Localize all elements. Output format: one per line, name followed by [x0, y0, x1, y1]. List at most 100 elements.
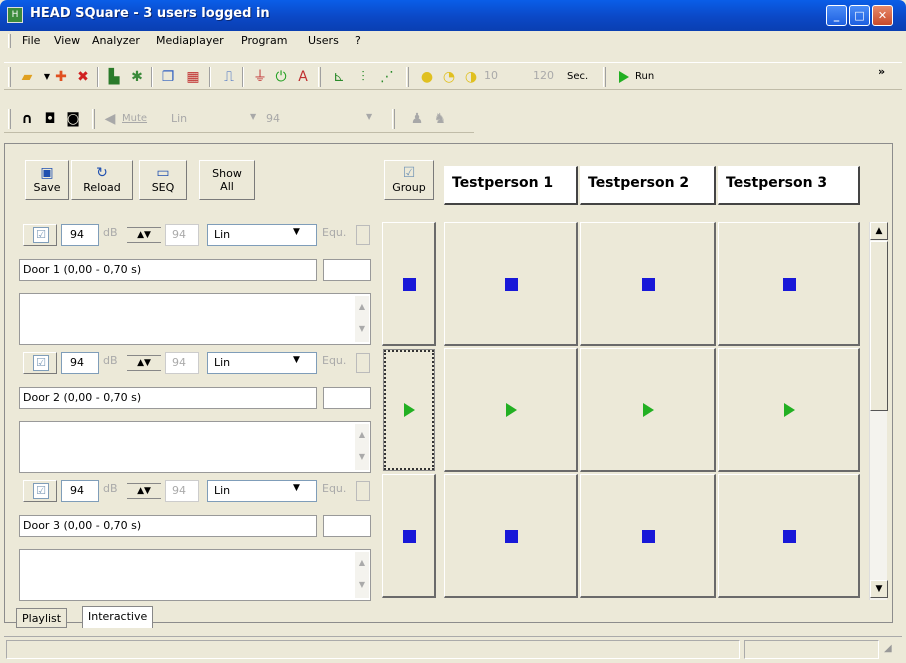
weighting-select[interactable]: Lin	[171, 112, 187, 125]
title-bar[interactable]: H HEAD SQuare - 3 users logged in _ □ ✕	[0, 0, 906, 31]
mute-label[interactable]: Mute	[122, 113, 147, 124]
power-icon[interactable]: ⏻	[272, 68, 290, 86]
headphones-icon[interactable]: ∩	[18, 110, 36, 128]
open-folder-icon[interactable]: ▰	[18, 68, 36, 86]
chart-icon[interactable]: ⊾	[330, 68, 348, 86]
new-item-icon[interactable]: ✚	[52, 68, 70, 86]
monitor-icon[interactable]: ◙	[64, 110, 82, 128]
level-input[interactable]: 94	[61, 480, 99, 502]
group-button[interactable]: ☑ Group	[384, 160, 434, 200]
menu-view[interactable]: View	[54, 34, 80, 47]
testperson-1-cell-row-3[interactable]	[444, 474, 578, 598]
scroll-up-arrow-icon[interactable]: ▲	[870, 222, 888, 240]
toolbar-grip[interactable]	[8, 109, 11, 129]
column-header-testperson-3[interactable]: Testperson 3	[718, 166, 860, 205]
item-name-input[interactable]: Door 1 (0,00 - 0,70 s)	[19, 259, 317, 281]
level-input[interactable]: 94	[61, 224, 99, 246]
group-cell-row-2[interactable]	[383, 349, 435, 471]
toolbar-overflow-icon[interactable]: »	[878, 65, 885, 78]
level-spinner[interactable]: ▲▼	[127, 355, 161, 371]
column-header-testperson-1[interactable]: Testperson 1	[444, 166, 578, 205]
close-button[interactable]: ✕	[872, 5, 893, 26]
column-header-testperson-2[interactable]: Testperson 2	[580, 166, 716, 205]
menu-program[interactable]: Program	[241, 34, 287, 47]
item-notes-textarea[interactable]: ▲ ▼	[19, 293, 371, 345]
histogram-icon[interactable]: ⫶	[354, 68, 372, 86]
run-button[interactable]: Run	[611, 66, 677, 88]
scrollbar-thumb[interactable]	[870, 241, 888, 411]
menu-mediaplayer[interactable]: Mediaplayer	[156, 34, 224, 47]
font-icon[interactable]: A	[294, 68, 312, 86]
vertical-scrollbar[interactable]: ▲ ▼	[869, 222, 888, 600]
save-button[interactable]: ▣ Save	[25, 160, 69, 200]
timer-icon[interactable]: ◑	[462, 68, 480, 86]
row-enable-checkbox[interactable]: ☑	[23, 480, 57, 502]
analyzer-icon[interactable]: ▙	[105, 68, 123, 86]
testperson-3-cell-row-1[interactable]	[718, 222, 860, 346]
testperson-3-cell-row-3[interactable]	[718, 474, 860, 598]
notes-scrollbar[interactable]: ▲ ▼	[355, 552, 369, 598]
item-extra-input[interactable]	[323, 515, 371, 537]
level-select[interactable]: 94	[266, 112, 280, 125]
timer-icon[interactable]: ●	[418, 68, 436, 86]
equ-button[interactable]	[356, 481, 370, 501]
menu-help[interactable]: ?	[355, 34, 361, 47]
notes-scrollbar[interactable]: ▲ ▼	[355, 296, 369, 342]
item-name-input[interactable]: Door 3 (0,00 - 0,70 s)	[19, 515, 317, 537]
mute-speaker-icon[interactable]: ◀	[101, 110, 119, 128]
equ-button[interactable]	[356, 353, 370, 373]
speaker-icon[interactable]: ◘	[41, 110, 59, 128]
toolbar-grip[interactable]	[8, 67, 11, 87]
group-cell-row-1[interactable]	[382, 222, 436, 346]
group-cell-row-3[interactable]	[382, 474, 436, 598]
equ-button[interactable]	[356, 225, 370, 245]
testperson-2-cell-row-1[interactable]	[580, 222, 716, 346]
person-icon[interactable]: ♟	[408, 110, 426, 128]
item-name-input[interactable]: Door 2 (0,00 - 0,70 s)	[19, 387, 317, 409]
item-extra-input[interactable]	[323, 387, 371, 409]
app-icon[interactable]: H	[7, 7, 23, 23]
time-field-1[interactable]: 10	[484, 69, 498, 82]
menu-analyzer[interactable]: Analyzer	[92, 34, 140, 47]
timer-icon[interactable]: ◔	[440, 68, 458, 86]
item-notes-textarea[interactable]: ▲ ▼	[19, 421, 371, 473]
filter-icon[interactable]: ⏚	[251, 68, 269, 86]
dropdown-arrow-icon[interactable]: ▼	[250, 112, 256, 121]
weighting-select[interactable]: Lin	[207, 224, 317, 246]
testperson-1-cell-row-2[interactable]	[444, 348, 578, 472]
menu-file[interactable]: File	[22, 34, 40, 47]
level-input[interactable]: 94	[61, 352, 99, 374]
show-all-button[interactable]: Show All	[199, 160, 255, 200]
menu-grip[interactable]	[8, 34, 11, 48]
testperson-3-cell-row-2[interactable]	[718, 348, 860, 472]
seq-button[interactable]: ▭ SEQ	[139, 160, 187, 200]
dropdown-arrow-icon[interactable]: ▼	[366, 112, 372, 121]
reload-button[interactable]: ↻ Reload	[71, 160, 133, 200]
tab-interactive[interactable]: Interactive	[82, 606, 154, 628]
maximize-button[interactable]: □	[849, 5, 870, 26]
testperson-2-cell-row-2[interactable]	[580, 348, 716, 472]
copy-icon[interactable]: ❐	[159, 68, 177, 86]
level2-input[interactable]: 94	[165, 224, 199, 246]
scroll-down-arrow-icon[interactable]: ▼	[870, 580, 888, 598]
level-spinner[interactable]: ▲▼	[127, 227, 161, 243]
item-extra-input[interactable]	[323, 259, 371, 281]
menu-users[interactable]: Users	[308, 34, 339, 47]
minimize-button[interactable]: _	[826, 5, 847, 26]
level-spinner[interactable]: ▲▼	[127, 483, 161, 499]
row-enable-checkbox[interactable]: ☑	[23, 352, 57, 374]
wand-icon[interactable]: ✱	[128, 68, 146, 86]
row-enable-checkbox[interactable]: ☑	[23, 224, 57, 246]
window-icon[interactable]: ▦	[184, 68, 202, 86]
weighting-select[interactable]: Lin	[207, 352, 317, 374]
notes-scrollbar[interactable]: ▲ ▼	[355, 424, 369, 470]
marker-icon[interactable]: ⎍	[220, 68, 238, 86]
group-icon[interactable]: ♞	[431, 110, 449, 128]
testperson-2-cell-row-3[interactable]	[580, 474, 716, 598]
resize-grip-icon[interactable]: ◢	[884, 643, 892, 654]
testperson-1-cell-row-1[interactable]	[444, 222, 578, 346]
item-notes-textarea[interactable]: ▲ ▼	[19, 549, 371, 601]
spectrum-icon[interactable]: ⋰	[378, 68, 396, 86]
delete-icon[interactable]: ✖	[74, 68, 92, 86]
level2-input[interactable]: 94	[165, 480, 199, 502]
